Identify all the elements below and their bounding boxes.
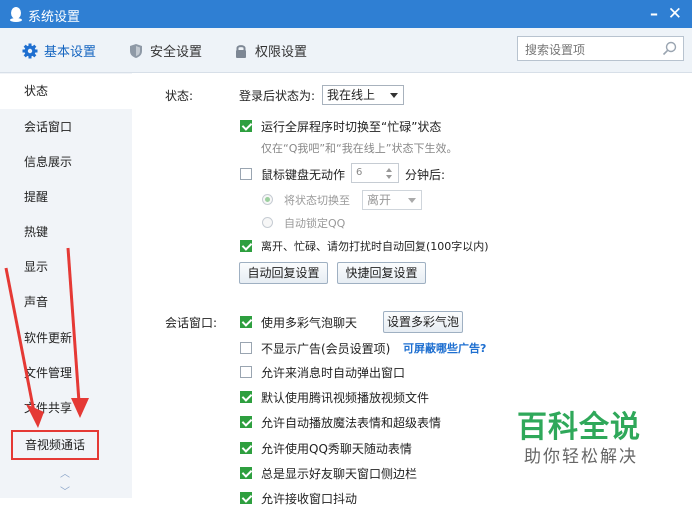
login-status-select[interactable]: 我在线上 xyxy=(322,85,404,105)
switch-status-radio[interactable] xyxy=(262,194,273,205)
qq-show-label: 允许使用QQ秀聊天随动表情 xyxy=(261,442,412,456)
idle-checkbox[interactable] xyxy=(240,168,252,180)
switch-status-label: 将状态切换至 xyxy=(284,194,350,207)
ads-info-link[interactable]: 可屏蔽哪些广告? xyxy=(403,340,486,356)
sidebar-item-software-update[interactable]: 软件更新 xyxy=(0,321,132,356)
sidebar-scroll-up-icon[interactable]: ︿ xyxy=(60,465,70,480)
fullscreen-busy-checkbox[interactable] xyxy=(240,120,252,132)
stepper-down-icon[interactable] xyxy=(386,175,392,179)
auto-lock-label: 自动锁定QQ xyxy=(284,217,346,230)
hide-ads-checkbox[interactable] xyxy=(240,342,252,354)
sidebar-item-display[interactable]: 显示 xyxy=(0,250,132,285)
set-colorful-bubble-button[interactable]: 设置多彩气泡 xyxy=(383,311,463,333)
hide-ads-label: 不显示广告(会员设置项) xyxy=(261,342,391,356)
idle-label: 鼠标键盘无动作 xyxy=(261,168,346,182)
tab-security-settings-label: 安全设置 xyxy=(150,45,203,60)
magic-emoji-label: 允许自动播放魔法表情和超级表情 xyxy=(261,416,442,430)
sidebar-scroll-down-icon[interactable]: ﹀ xyxy=(60,483,70,498)
search-icon[interactable] xyxy=(662,41,677,56)
idle-minutes-stepper[interactable]: 6 xyxy=(351,163,399,183)
gear-icon xyxy=(22,43,38,59)
sidebar-show-checkbox[interactable] xyxy=(240,467,252,479)
tencent-video-label: 默认使用腾讯视频播放视频文件 xyxy=(261,391,430,405)
auto-reply-checkbox[interactable] xyxy=(240,240,252,252)
chevron-down-icon xyxy=(390,93,398,98)
status-section-label: 状态: xyxy=(165,89,194,103)
shield-icon xyxy=(130,44,142,58)
stepper-up-icon[interactable] xyxy=(386,168,392,172)
login-status-label: 登录后状态为: xyxy=(239,89,316,103)
close-button[interactable]: ✕ xyxy=(668,4,682,24)
switch-status-value: 离开 xyxy=(367,193,392,207)
colorful-bubble-checkbox[interactable] xyxy=(240,316,252,328)
tencent-video-checkbox[interactable] xyxy=(240,391,252,403)
magic-emoji-checkbox[interactable] xyxy=(240,416,252,428)
minimize-button[interactable]: – xyxy=(650,4,658,23)
sidebar-item-file-management[interactable]: 文件管理 xyxy=(0,356,132,391)
sidebar-item-file-sharing[interactable]: 文件共享 xyxy=(0,391,132,426)
window-shake-label: 允许接收窗口抖动 xyxy=(261,492,358,506)
search-input[interactable] xyxy=(523,40,657,59)
watermark-subtitle: 助你轻松解决 xyxy=(524,447,638,467)
title-bar: 系统设置 – ✕ xyxy=(0,0,692,28)
watermark-title: 百科全说 xyxy=(517,410,641,445)
tab-basic-settings[interactable]: 基本设置 xyxy=(22,41,96,61)
lock-icon xyxy=(236,45,246,58)
fullscreen-busy-hint: 仅在“Q我吧”和“我在线上”状态下生效。 xyxy=(261,142,458,155)
sidebar-item-info-display[interactable]: 信息展示 xyxy=(0,145,132,180)
fullscreen-busy-label: 运行全屏程序时切换至“忙碌”状态 xyxy=(261,120,442,134)
auto-popup-label: 允许来消息时自动弹出窗口 xyxy=(261,366,406,380)
window-shake-checkbox[interactable] xyxy=(240,492,252,504)
chevron-down-icon xyxy=(408,198,416,203)
colorful-bubble-label: 使用多彩气泡聊天 xyxy=(261,316,358,330)
sidebar-item-audio-video-call[interactable]: 音视频通话 xyxy=(11,430,99,460)
idle-minutes-value: 6 xyxy=(356,167,363,178)
chat-section-label: 会话窗口: xyxy=(165,316,218,330)
auto-reply-settings-button[interactable]: 自动回复设置 xyxy=(239,262,328,284)
idle-minutes-suffix: 分钟后: xyxy=(405,168,446,182)
sidebar-item-reminders[interactable]: 提醒 xyxy=(0,180,132,215)
search-box[interactable] xyxy=(517,36,684,61)
tab-permission-settings[interactable]: 权限设置 xyxy=(233,41,307,61)
qq-show-checkbox[interactable] xyxy=(240,442,252,454)
window-title: 系统设置 xyxy=(28,10,81,25)
sidebar-show-label: 总是显示好友聊天窗口侧边栏 xyxy=(261,467,418,481)
login-status-value: 我在线上 xyxy=(327,88,376,102)
auto-reply-label: 离开、忙碌、请勿打扰时自动回复(100字以内) xyxy=(261,240,489,253)
switch-status-select[interactable]: 离开 xyxy=(362,190,422,210)
auto-lock-radio[interactable] xyxy=(262,217,273,228)
sidebar-item-hotkeys[interactable]: 热键 xyxy=(0,215,132,250)
sidebar-item-status[interactable]: 状态 xyxy=(0,74,132,109)
sidebar: 状态 会话窗口 信息展示 提醒 热键 显示 声音 软件更新 文件管理 文件共享 … xyxy=(0,73,132,498)
tab-permission-settings-label: 权限设置 xyxy=(255,45,308,60)
sidebar-item-sound[interactable]: 声音 xyxy=(0,285,132,320)
tab-basic-settings-label: 基本设置 xyxy=(44,45,97,60)
auto-popup-checkbox[interactable] xyxy=(240,366,252,378)
penguin-logo-icon xyxy=(10,7,22,22)
tab-security-settings[interactable]: 安全设置 xyxy=(128,41,202,61)
sidebar-item-chat-window[interactable]: 会话窗口 xyxy=(0,110,132,145)
settings-tabs: 基本设置 安全设置 权限设置 xyxy=(0,28,692,73)
quick-reply-settings-button[interactable]: 快捷回复设置 xyxy=(337,262,426,284)
